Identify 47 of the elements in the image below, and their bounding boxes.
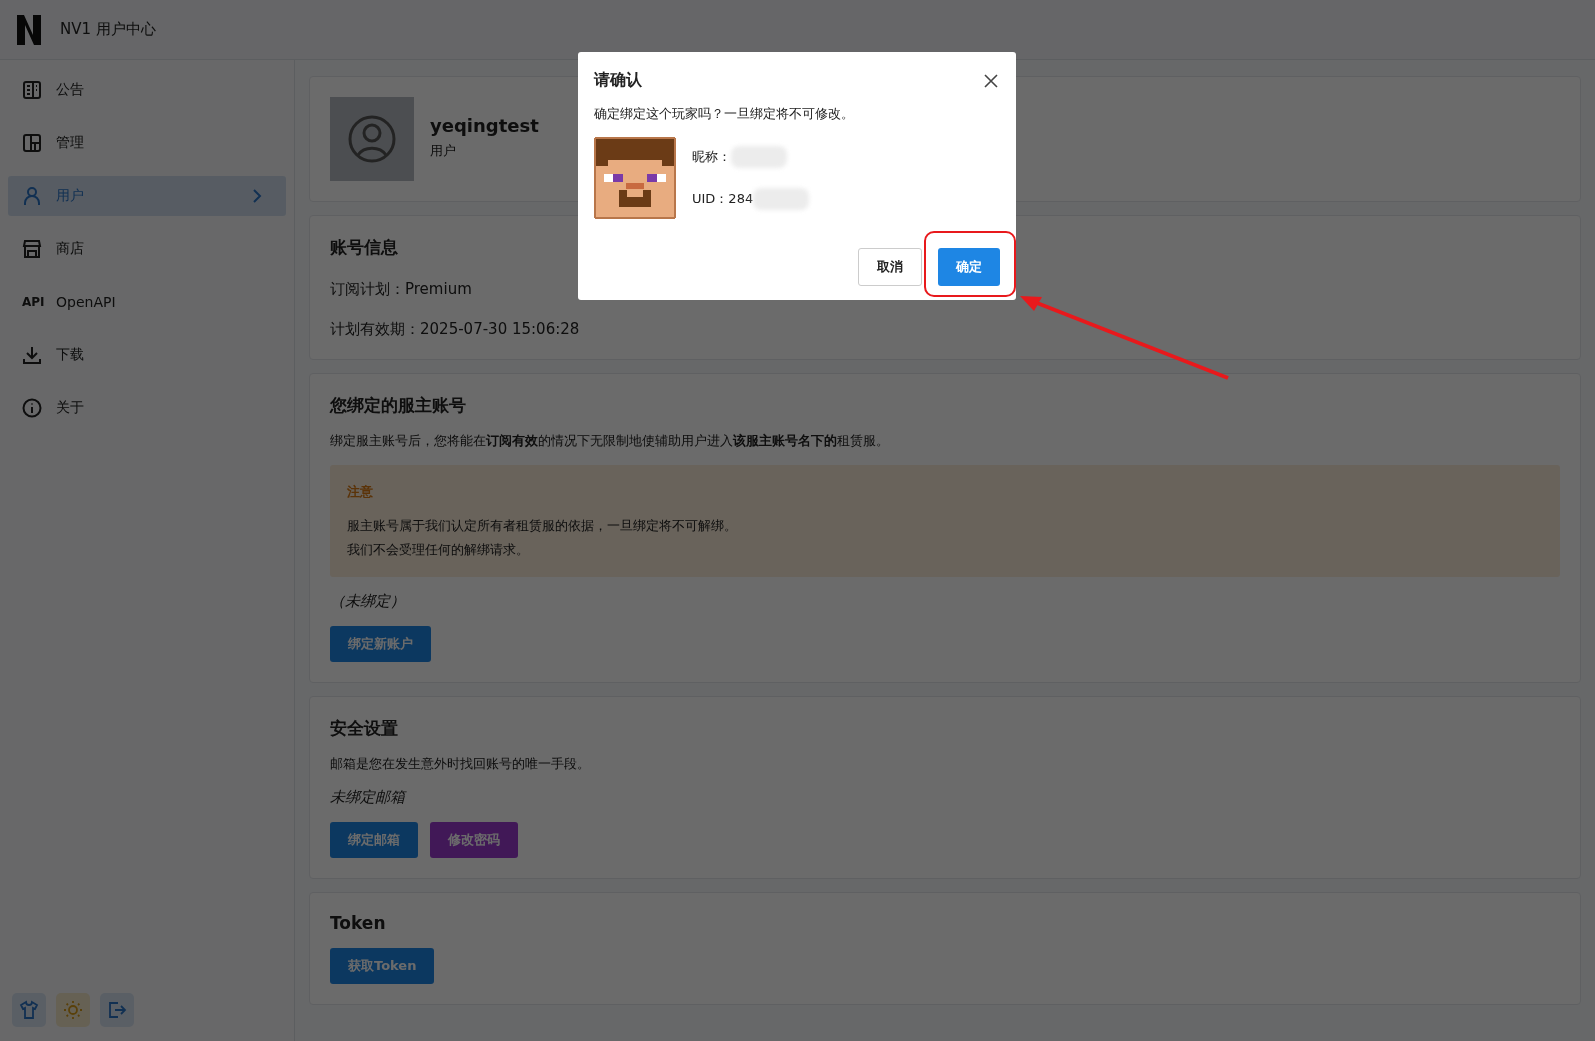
- dashboard-icon: [22, 133, 42, 153]
- app-title: NV1 用户中心: [60, 20, 156, 39]
- logout-icon: [107, 1000, 127, 1020]
- dialog-message: 确定绑定这个玩家吗？一旦绑定将不可修改。: [594, 105, 855, 123]
- player-field: UID：284: [692, 190, 754, 208]
- notice-text: 我们不会受理任何的解绑请求。: [347, 541, 530, 559]
- section-title: 账号信息: [330, 236, 398, 259]
- bind-account-button[interactable]: 绑定新账户: [330, 626, 431, 662]
- document-icon: [22, 80, 42, 100]
- logo-icon: [16, 13, 42, 46]
- theme-button[interactable]: [56, 993, 90, 1027]
- close-icon[interactable]: [984, 73, 998, 88]
- shirt-icon: [19, 1000, 39, 1020]
- binding-description: 绑定服主账号后，您将能在订阅有效的情况下无限制地使辅助用户进入该服主账号名下的租赁服。: [330, 432, 890, 450]
- section-title: 安全设置: [330, 717, 398, 740]
- security-button[interactable]: 修改密码: [430, 822, 518, 858]
- user-role: 用户: [430, 142, 457, 160]
- binding-status: （未绑定）: [330, 592, 406, 611]
- logout-button[interactable]: [100, 993, 134, 1027]
- section-title: 您绑定的服主账号: [330, 394, 466, 417]
- sidebar-item[interactable]: 下载: [8, 335, 286, 375]
- info-icon: [22, 398, 42, 418]
- sidebar-item[interactable]: 管理: [8, 123, 286, 163]
- dialog-button[interactable]: 确定: [938, 248, 1000, 286]
- account-info-line: 计划有效期：2025-07-30 15:06:28: [330, 319, 581, 339]
- sidebar-item[interactable]: 公告: [8, 70, 286, 110]
- user-icon: [22, 186, 42, 206]
- sidebar-item[interactable]: 用户: [8, 176, 286, 216]
- sun-icon: [63, 1000, 83, 1020]
- account-info-line: 订阅计划：Premium: [330, 279, 473, 299]
- store-icon: [22, 239, 42, 259]
- section-title: Token: [330, 913, 386, 933]
- get-token-button[interactable]: 获取Token: [330, 948, 435, 984]
- sidebar-item[interactable]: 关于: [8, 388, 286, 428]
- api-icon: API: [22, 295, 42, 309]
- email-status: 未绑定邮箱: [330, 788, 408, 807]
- download-icon: [22, 345, 42, 365]
- notice-title: 注意: [347, 483, 374, 501]
- username: yeqingtest: [430, 115, 539, 136]
- shirt-button[interactable]: [12, 993, 46, 1027]
- security-button[interactable]: 绑定邮箱: [330, 822, 418, 858]
- sidebar-item[interactable]: 商店: [8, 229, 286, 269]
- chevron-right-icon: [252, 188, 262, 204]
- dialog-title: 请确认: [594, 70, 642, 91]
- dialog-button[interactable]: 取消: [858, 248, 922, 286]
- sidebar-item[interactable]: API OpenAPI: [8, 282, 286, 322]
- player-field: 昵称：: [692, 148, 731, 166]
